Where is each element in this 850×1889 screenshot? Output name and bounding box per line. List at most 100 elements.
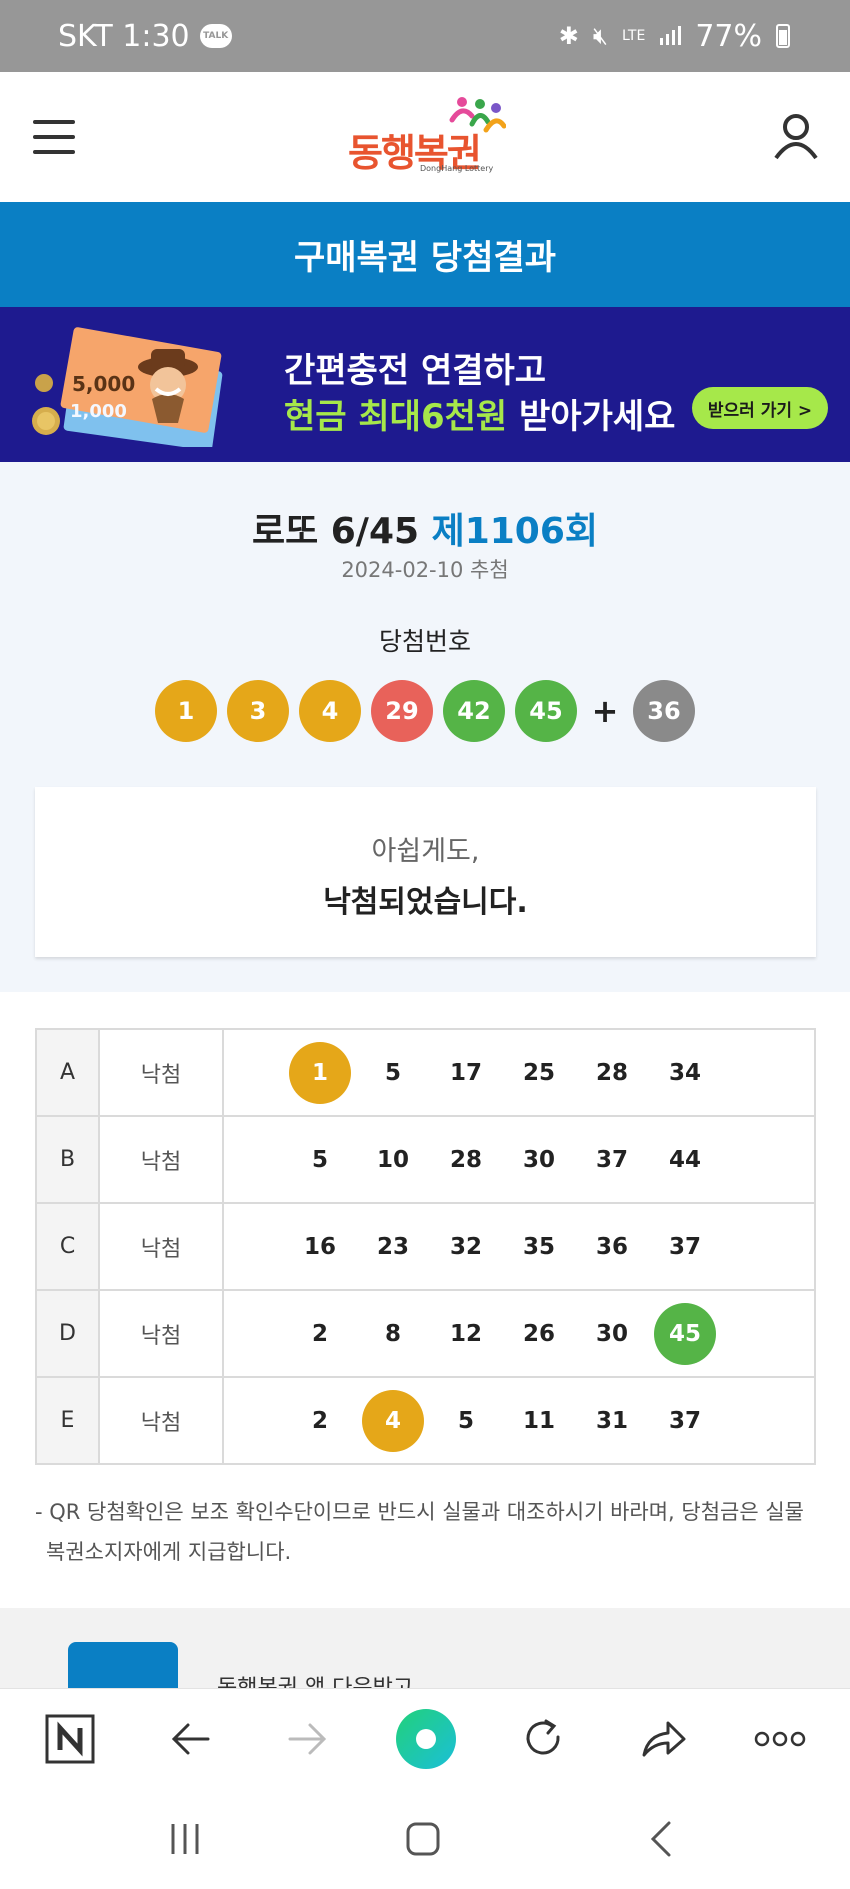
bill-front-label: 5,000 bbox=[72, 372, 135, 396]
winning-number-ball: 1 bbox=[155, 680, 217, 742]
game-number: 11 bbox=[522, 1407, 555, 1434]
app-header: 동행복권 DongHang Lottery bbox=[0, 72, 850, 202]
game-row-b: B 낙첨 5 10 28 30 37 44 bbox=[35, 1115, 816, 1204]
game-number: 30 bbox=[595, 1320, 628, 1347]
matched-number-ball: 4 bbox=[362, 1389, 424, 1452]
game-number: 2 bbox=[311, 1407, 328, 1434]
game-numbers: 5 10 28 30 37 44 bbox=[222, 1115, 816, 1204]
browser-toolbar bbox=[0, 1688, 850, 1788]
status-bar: SKT 1:30 TALK ✱ 🔇︎ LTE 77% bbox=[0, 0, 850, 72]
game-result: 낙첨 bbox=[98, 1028, 224, 1117]
status-left: SKT 1:30 TALK bbox=[58, 0, 232, 72]
draw-date: 2024-02-10 추첨 bbox=[341, 558, 509, 582]
game-number: 36 bbox=[595, 1233, 628, 1260]
result-message-line2: 낙첨되었습니다. bbox=[323, 885, 528, 920]
matched-number-ball: 1 bbox=[289, 1041, 351, 1104]
cash-bills-illustration: 5,000 1,000 bbox=[32, 327, 223, 447]
app-download-text: 동행복권 앱 다운받고 bbox=[217, 1670, 413, 1688]
game-result: 낙첨 bbox=[98, 1115, 224, 1204]
game-row-d: D 낙첨 2 8 12 26 30 45 bbox=[35, 1289, 816, 1378]
game-result: 낙첨 bbox=[98, 1202, 224, 1291]
game-number: 5 bbox=[311, 1146, 328, 1173]
game-number: 32 bbox=[449, 1233, 482, 1260]
promo-line2: 현금 최대6천원 받아가세요 bbox=[284, 389, 675, 438]
game-number: 12 bbox=[449, 1320, 482, 1347]
game-number: 8 bbox=[384, 1320, 401, 1347]
donghang-logo[interactable]: 동행복권 DongHang Lottery bbox=[348, 94, 508, 182]
game-result: 낙첨 bbox=[98, 1376, 224, 1465]
talk-notification-icon: TALK bbox=[199, 24, 232, 48]
app-download-banner[interactable]: 동행복권 앱 다운받고 bbox=[0, 1608, 850, 1688]
logo-subtext: DongHang Lottery bbox=[420, 164, 494, 173]
game-letter: E bbox=[35, 1376, 100, 1465]
status-right: ✱ 🔇︎ LTE 77% bbox=[559, 0, 790, 72]
winning-number-ball: 4 bbox=[299, 680, 361, 742]
winning-number-ball: 45 bbox=[515, 680, 577, 742]
mute-icon: 🔇︎ bbox=[592, 22, 609, 50]
bluetooth-icon: ✱ bbox=[558, 22, 579, 50]
game-numbers: 2 8 12 26 30 45 bbox=[222, 1289, 816, 1378]
share-icon[interactable] bbox=[636, 1711, 692, 1767]
home-icon[interactable] bbox=[398, 1816, 448, 1862]
game-number: 35 bbox=[522, 1233, 555, 1260]
draw-round: 제1106회 bbox=[431, 511, 599, 552]
result-message-card: 아쉽게도, 낙첨되었습니다. bbox=[35, 787, 816, 957]
game-number: 17 bbox=[449, 1059, 482, 1086]
ticket-games-table: A 낙첨 1 5 17 25 28 34 B 낙첨 5 10 28 30 37 44 C 낙첨 16 23 32 35 36… bbox=[35, 1028, 816, 1465]
game-letter: A bbox=[35, 1028, 100, 1117]
bonus-plus-sign: + bbox=[591, 692, 619, 730]
back-arrow-icon[interactable] bbox=[162, 1711, 218, 1767]
result-message-line1: 아쉽게도, bbox=[371, 836, 480, 867]
refresh-icon[interactable] bbox=[516, 1711, 572, 1767]
game-row-a: A 낙첨 1 5 17 25 28 34 bbox=[35, 1028, 816, 1117]
qr-notice-text: - QR 당첨확인은 보조 확인수단이므로 반드시 실물과 대조하시기 바라며,… bbox=[35, 1500, 805, 1564]
game-number: 44 bbox=[668, 1146, 701, 1173]
lte-icon: LTE bbox=[622, 28, 646, 44]
system-back-icon[interactable] bbox=[636, 1816, 686, 1862]
game-number: 25 bbox=[522, 1059, 555, 1086]
recent-apps-icon[interactable] bbox=[160, 1816, 210, 1862]
game-number: 16 bbox=[303, 1233, 336, 1260]
screen: SKT 1:30 TALK ✱ 🔇︎ LTE 77% 동행복권 DongHang… bbox=[0, 0, 850, 1889]
matched-number-ball: 45 bbox=[654, 1302, 716, 1365]
page-title: 구매복권 당첨결과 bbox=[0, 202, 850, 307]
game-row-e: E 낙첨 2 4 5 11 31 37 bbox=[35, 1376, 816, 1465]
game-number: 5 bbox=[384, 1059, 401, 1086]
game-number: 34 bbox=[668, 1059, 701, 1086]
winning-numbers-label: 당첨번호 bbox=[378, 627, 471, 656]
game-number: 26 bbox=[522, 1320, 555, 1347]
game-letter: C bbox=[35, 1202, 100, 1291]
game-number: 23 bbox=[376, 1233, 409, 1260]
winning-number-ball: 42 bbox=[443, 680, 505, 742]
hamburger-menu-icon[interactable] bbox=[33, 120, 75, 154]
game-numbers: 16 23 32 35 36 37 bbox=[222, 1202, 816, 1291]
draw-result-panel: 로또 6/45 제1106회 2024-02-10 추첨 당첨번호 1 3 4 29 4… bbox=[0, 462, 850, 992]
game-letter: B bbox=[35, 1115, 100, 1204]
promo-highlight: 현금 최대6천원 bbox=[284, 397, 508, 437]
promo-line2-rest: 받아가세요 bbox=[507, 397, 676, 437]
forward-arrow-icon[interactable] bbox=[280, 1711, 336, 1767]
winning-numbers: 1 3 4 29 42 45 +36 bbox=[0, 680, 850, 742]
battery-icon bbox=[776, 24, 790, 48]
naver-home-icon[interactable] bbox=[42, 1711, 98, 1767]
system-nav-bar bbox=[0, 1788, 850, 1889]
game-number: 30 bbox=[522, 1146, 555, 1173]
green-dot-icon[interactable] bbox=[395, 1708, 457, 1770]
carrier-time: SKT 1:30 bbox=[58, 18, 190, 54]
game-number: 31 bbox=[595, 1407, 628, 1434]
signal-icon bbox=[659, 19, 682, 54]
game-number: 37 bbox=[668, 1233, 701, 1260]
promo-banner[interactable]: 5,000 1,000 간편충전 연결하고 현금 최대6천원 받아가세요 받으러… bbox=[0, 307, 850, 462]
promo-cta-button[interactable]: 받으러 가기 > bbox=[692, 387, 828, 429]
winning-number-ball: 29 bbox=[371, 680, 433, 742]
game-number: 5 bbox=[457, 1407, 474, 1434]
user-profile-icon[interactable] bbox=[772, 112, 820, 160]
more-options-icon[interactable] bbox=[752, 1711, 808, 1767]
game-row-c: C 낙첨 16 23 32 35 36 37 bbox=[35, 1202, 816, 1291]
game-numbers: 1 5 17 25 28 34 bbox=[222, 1028, 816, 1117]
game-number: 28 bbox=[595, 1059, 628, 1086]
promo-line1: 간편충전 연결하고 bbox=[284, 351, 547, 391]
draw-title: 로또 6/45 제1106회 bbox=[0, 502, 850, 554]
qr-notice: - QR 당첨확인은 보조 확인수단이므로 반드시 실물과 대조하시기 바라며,… bbox=[35, 1492, 820, 1572]
bonus-number-ball: 36 bbox=[633, 680, 695, 742]
